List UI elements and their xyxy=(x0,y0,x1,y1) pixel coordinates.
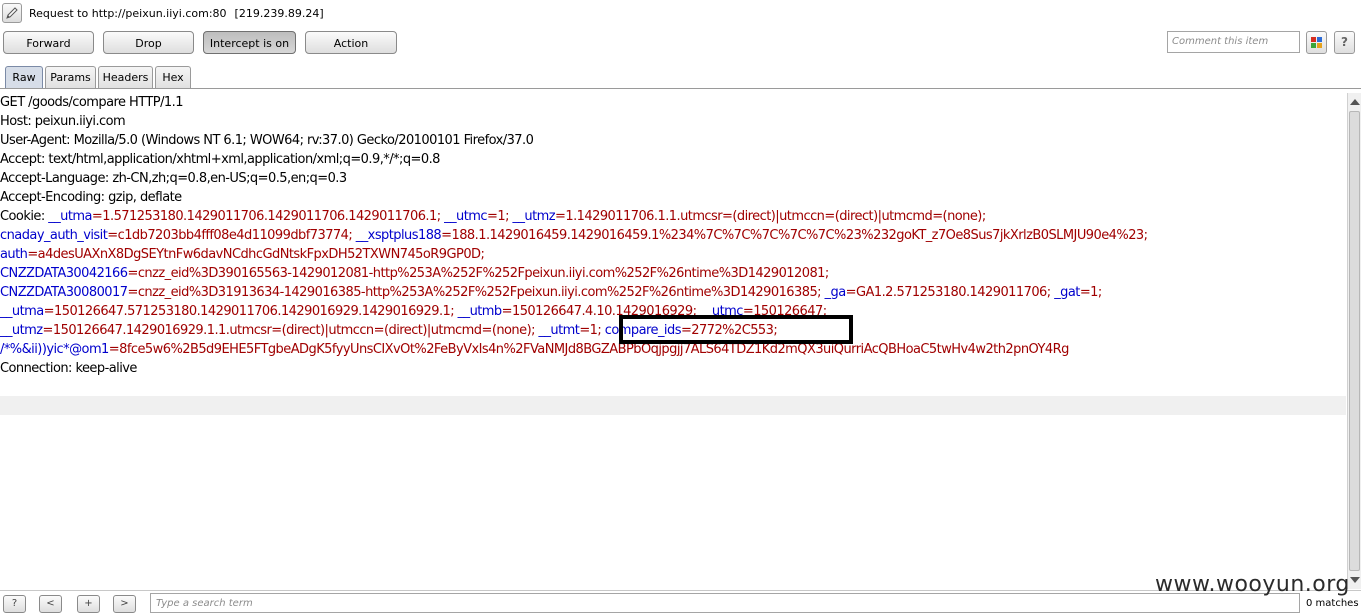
cookie-name: auth xyxy=(0,247,28,262)
request-line: Host: peixun.iiyi.com xyxy=(0,112,126,131)
scroll-down-icon[interactable] xyxy=(1350,577,1360,583)
request-line: Connection: keep-alive xyxy=(0,359,137,378)
header-text: Accept-Language: zh-CN,zh;q=0.8,en-US;q=… xyxy=(0,171,347,186)
comment-field[interactable]: Comment this item xyxy=(1167,31,1300,53)
cookie-value: =1; xyxy=(487,209,513,224)
blank-line xyxy=(0,396,1346,415)
request-ip: [219.239.89.24] xyxy=(234,7,324,20)
cookie-name: CNZZDATA30080017 xyxy=(0,285,128,300)
cookie-name: /*%&ii))yic*@om1 xyxy=(0,342,109,357)
tab-headers[interactable]: Headers xyxy=(98,66,153,89)
cookie-name: _gat xyxy=(1054,285,1080,300)
header-text: Accept-Encoding: gzip, deflate xyxy=(0,190,182,205)
cookie-name: __utmt xyxy=(538,323,580,338)
header-text: GET /goods/compare HTTP/1.1 xyxy=(0,95,184,110)
watermark: www.wooyun.org xyxy=(1155,572,1350,597)
cookie-name: _ga xyxy=(824,285,847,300)
cookie-value: =1; xyxy=(1079,285,1102,300)
cookie-value: =cnzz_eid%3D31913634-1429016385-http%253… xyxy=(127,285,825,300)
tab-hex[interactable]: Hex xyxy=(155,66,191,89)
request-line: User-Agent: Mozilla/5.0 (Windows NT 6.1;… xyxy=(0,131,534,150)
cookie-name: __utma xyxy=(48,209,92,224)
highlight-color-button[interactable] xyxy=(1306,31,1327,54)
header-text: Connection: keep-alive xyxy=(0,361,137,376)
intercept-toggle-button[interactable]: Intercept is on xyxy=(203,31,296,54)
request-line: /*%&ii))yic*@om1=8fce5w6%2B5d9EHE5FTgbeA… xyxy=(0,340,1069,359)
cookie-value: =cnzz_eid%3D390165563-1429012081-http%25… xyxy=(127,266,829,281)
search-next-button[interactable]: > xyxy=(113,595,136,613)
scrollbar-thumb[interactable] xyxy=(1349,111,1360,571)
tab-divider xyxy=(0,88,1361,89)
header-text: User-Agent: Mozilla/5.0 (Windows NT 6.1;… xyxy=(0,133,534,148)
compare-ids-highlight-box xyxy=(619,315,853,344)
request-line: cnaday_auth_visit=c1db7203bb4fff08e4d110… xyxy=(0,226,1148,245)
request-line: Cookie: __utma=1.571253180.1429011706.14… xyxy=(0,207,986,226)
request-line: GET /goods/compare HTTP/1.1 xyxy=(0,93,184,112)
cookie-name: __utmc xyxy=(444,209,488,224)
request-line: CNZZDATA30080017=cnzz_eid%3D31913634-142… xyxy=(0,283,1102,302)
request-line: CNZZDATA30042166=cnzz_eid%3D390165563-14… xyxy=(0,264,829,283)
request-target-text: Request to http://peixun.iiyi.com:80 [219… xyxy=(29,7,324,20)
edit-pencil-button[interactable] xyxy=(2,3,22,23)
pencil-icon xyxy=(6,7,18,19)
match-count: 0 matches xyxy=(1306,598,1359,609)
search-help-button[interactable]: ? xyxy=(3,595,26,613)
tab-params[interactable]: Params xyxy=(45,66,96,89)
cookie-value: =1.571253180.1429011706.1429011706.14290… xyxy=(91,209,445,224)
cookie-value: =a4desUAXnX8DgSEYtnFw6davNCdhcGdNtskFpxD… xyxy=(27,247,485,262)
raw-request-editor[interactable]: GET /goods/compare HTTP/1.1 Host: peixun.… xyxy=(0,93,1346,589)
cookie-value: =188.1.1429016459.1429016459.1%234%7C%7C… xyxy=(441,228,1148,243)
cookie-name: __xsptplus188 xyxy=(355,228,442,243)
cookie-value: =GA1.2.571253180.1429011706; xyxy=(845,285,1055,300)
cookie-value: =150126647.571253180.1429011706.14290169… xyxy=(43,304,458,319)
cookie-name: __utmb xyxy=(457,304,503,319)
cookie-value: =8fce5w6%2B5d9EHE5FTgbeADgK5fyyUnsCIXvOt… xyxy=(108,342,1070,357)
request-line: Accept-Language: zh-CN,zh;q=0.8,en-US;q=… xyxy=(0,169,347,188)
help-button[interactable]: ? xyxy=(1334,31,1355,54)
cookie-name: cnaday_auth_visit xyxy=(0,228,108,243)
vertical-scrollbar[interactable] xyxy=(1347,93,1361,589)
scroll-up-icon[interactable] xyxy=(1350,99,1360,105)
cookie-name: __utma xyxy=(0,304,44,319)
search-prev-button[interactable]: < xyxy=(39,595,62,613)
cookie-name: __utmz xyxy=(512,209,556,224)
search-input[interactable]: Type a search term xyxy=(150,593,1300,613)
tab-raw[interactable]: Raw xyxy=(5,66,43,89)
request-line: Accept: text/html,application/xhtml+xml,… xyxy=(0,150,440,169)
header-text: Cookie: xyxy=(0,209,49,224)
header-text: Host: peixun.iiyi.com xyxy=(0,114,126,129)
cookie-value: =c1db7203bb4fff08e4d11099dbf73774; xyxy=(107,228,356,243)
forward-button[interactable]: Forward xyxy=(3,31,94,54)
request-bar: Request to http://peixun.iiyi.com:80 [219… xyxy=(0,0,1361,28)
header-text: Accept: text/html,application/xhtml+xml,… xyxy=(0,152,440,167)
request-url: Request to http://peixun.iiyi.com:80 xyxy=(29,7,227,20)
action-button[interactable]: Action xyxy=(305,31,397,54)
cookie-value: =150126647.1429016929.1.1.utmcsr=(direct… xyxy=(42,323,539,338)
cookie-value: =1.1429011706.1.1.utmcsr=(direct)|utmccn… xyxy=(555,209,986,224)
request-line: Accept-Encoding: gzip, deflate xyxy=(0,188,182,207)
cookie-name: __utmz xyxy=(0,323,43,338)
cookie-value: =1; xyxy=(579,323,605,338)
search-add-button[interactable]: + xyxy=(77,595,100,613)
request-line: auth=a4desUAXnX8DgSEYtnFw6davNCdhcGdNtsk… xyxy=(0,245,485,264)
drop-button[interactable]: Drop xyxy=(103,31,194,54)
cookie-name: CNZZDATA30042166 xyxy=(0,266,128,281)
color-grid-icon xyxy=(1311,37,1323,49)
editor-tabs: Raw Params Headers Hex xyxy=(0,66,1361,89)
